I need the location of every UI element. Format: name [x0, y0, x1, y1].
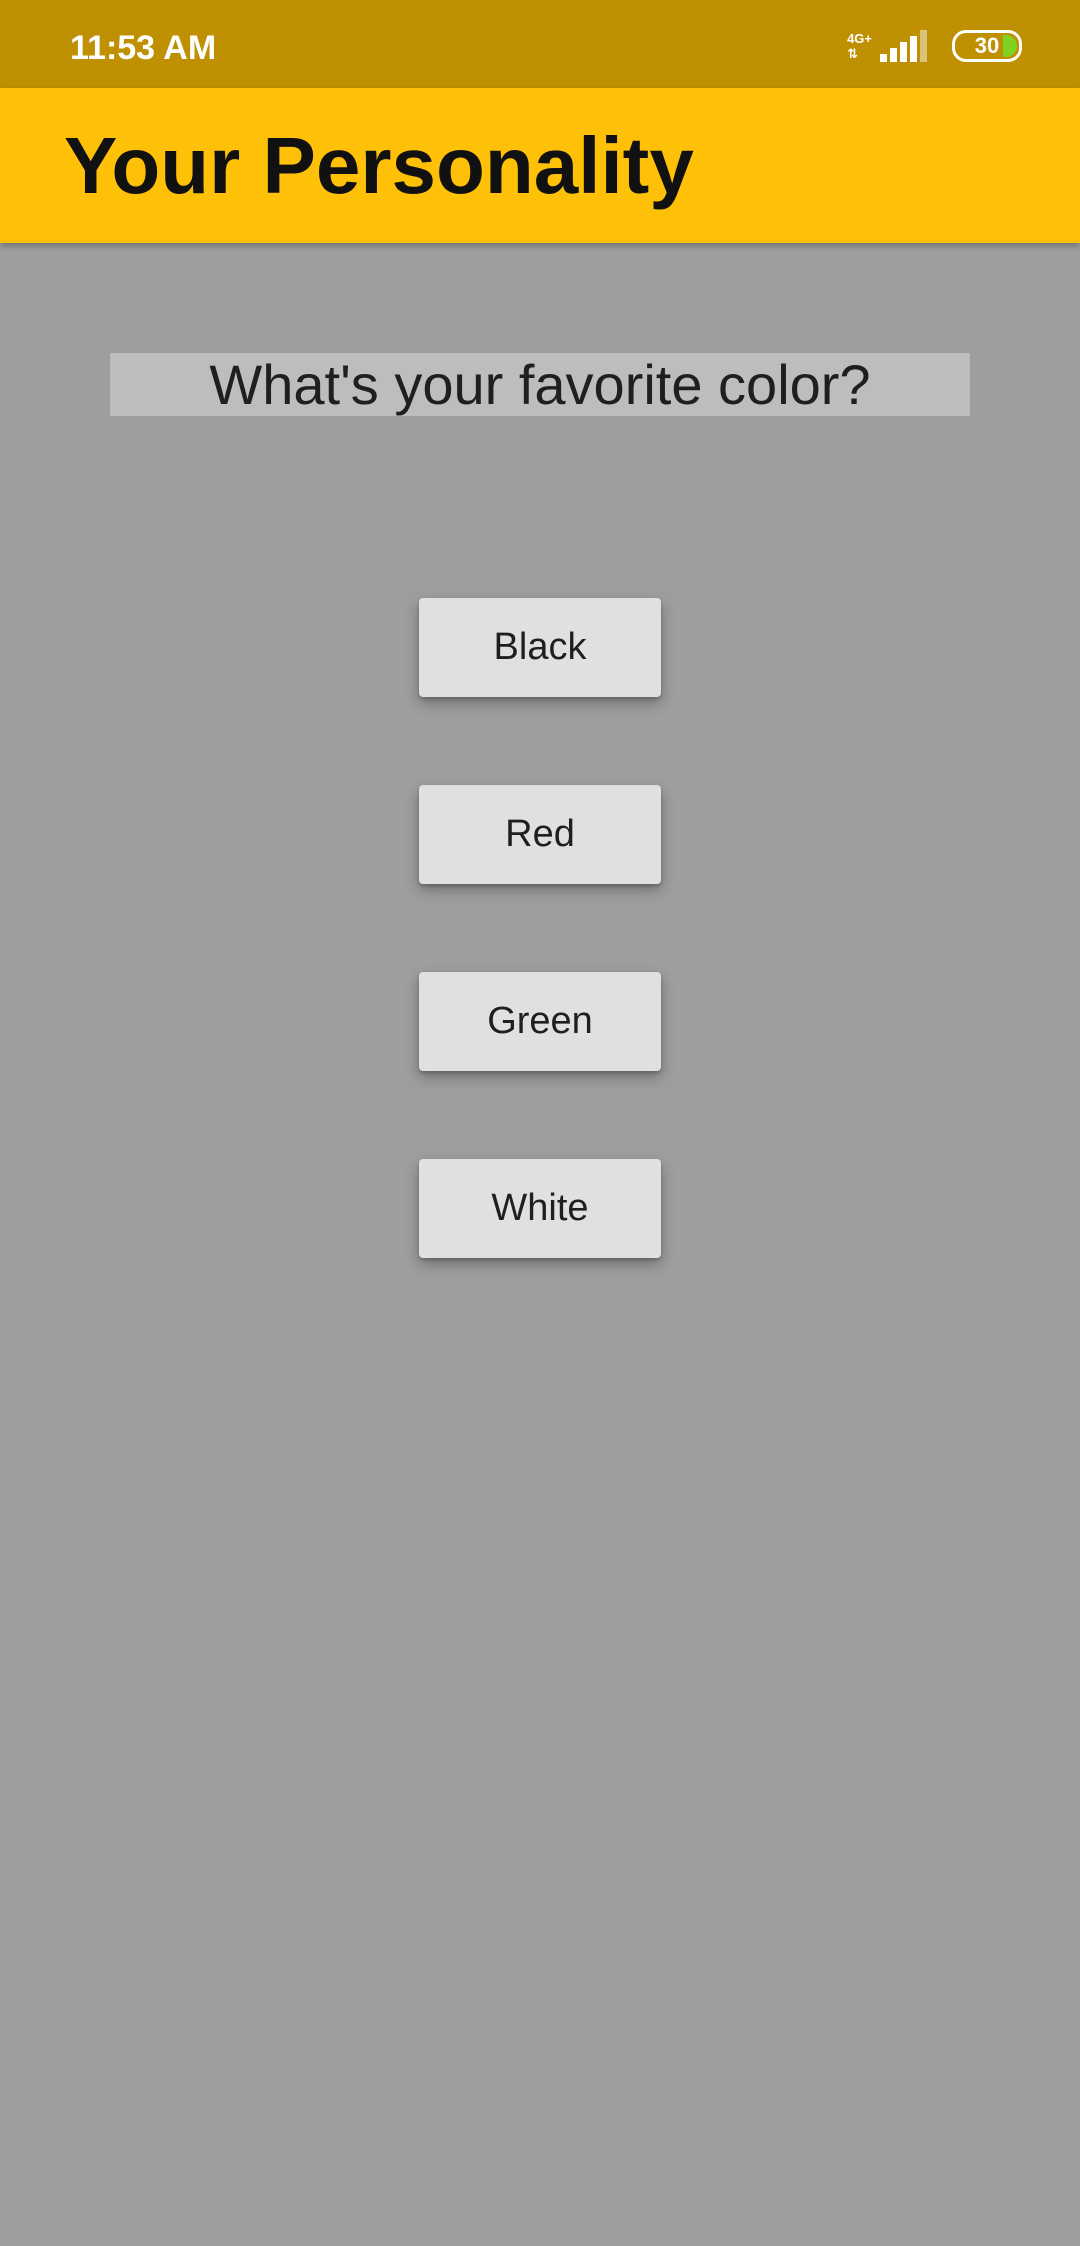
status-icons: 4G+ ⇅ 30: [847, 28, 1022, 64]
signal-strength-icon: [880, 30, 927, 62]
battery-level: 30: [974, 33, 1000, 58]
status-bar: 11:53 AM 4G+ ⇅ 30: [0, 0, 1080, 88]
network-type-label: 4G+: [847, 31, 872, 46]
option-green-button[interactable]: Green: [419, 972, 661, 1071]
option-red-button[interactable]: Red: [419, 785, 661, 884]
network-type-indicator: 4G+ ⇅: [847, 31, 872, 61]
status-time: 11:53 AM: [70, 29, 217, 67]
page-title: Your Personality: [64, 121, 694, 210]
question-text: What's your favorite color?: [209, 353, 871, 416]
data-arrows-icon: ⇅: [847, 46, 858, 61]
option-white-button[interactable]: White: [419, 1159, 661, 1258]
option-black-button[interactable]: Black: [419, 598, 661, 697]
battery-charge-fill: [1003, 35, 1017, 57]
app-bar: Your Personality: [0, 88, 1080, 243]
question-box: What's your favorite color?: [110, 353, 970, 416]
battery-icon: 30: [952, 30, 1022, 62]
